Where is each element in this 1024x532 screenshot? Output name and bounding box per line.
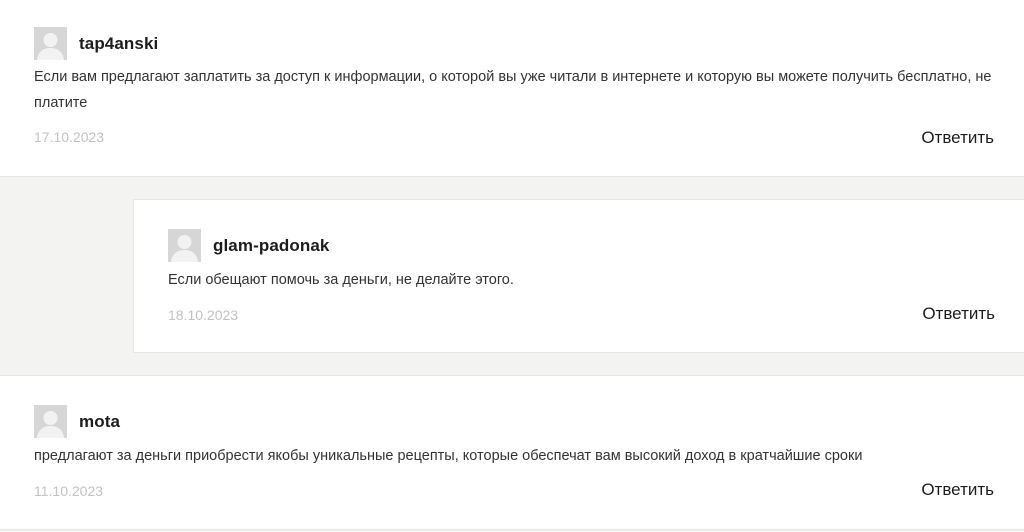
avatar	[34, 405, 67, 438]
reply-button[interactable]: Ответить	[922, 304, 995, 324]
comment-text: Если обещают помочь за деньги, не делайт…	[168, 272, 514, 288]
comment-card: tap4anski Если вам предлагают заплатить …	[0, 0, 1024, 177]
avatar	[168, 229, 201, 262]
comment-date: 11.10.2023	[34, 483, 104, 499]
comment-author: tap4anski	[79, 33, 159, 53]
comment-text: Если вам предлагают заплатить за доступ …	[34, 69, 992, 111]
comment-date: 17.10.2023	[34, 129, 105, 145]
comment-header: tap4anski	[34, 27, 158, 60]
avatar	[34, 27, 67, 60]
user-silhouette-icon	[34, 27, 67, 60]
comment-card-reply: glam-padonak Если обещают помочь за день…	[133, 199, 1024, 353]
comment-header: mota	[34, 405, 120, 438]
comment-header: glam-padonak	[168, 229, 329, 262]
user-silhouette-icon	[34, 405, 67, 438]
comment-author: glam-padonak	[213, 235, 330, 255]
comment-date: 18.10.2023	[168, 307, 239, 323]
comment-text: предлагают за деньги приобрести якобы ун…	[34, 448, 863, 464]
user-silhouette-icon	[168, 229, 201, 262]
comment-card: mota предлагают за деньги приобрести яко…	[0, 375, 1024, 530]
comment-author: mota	[79, 411, 121, 431]
reply-button[interactable]: Ответить	[921, 128, 994, 148]
reply-button[interactable]: Ответить	[921, 480, 994, 500]
